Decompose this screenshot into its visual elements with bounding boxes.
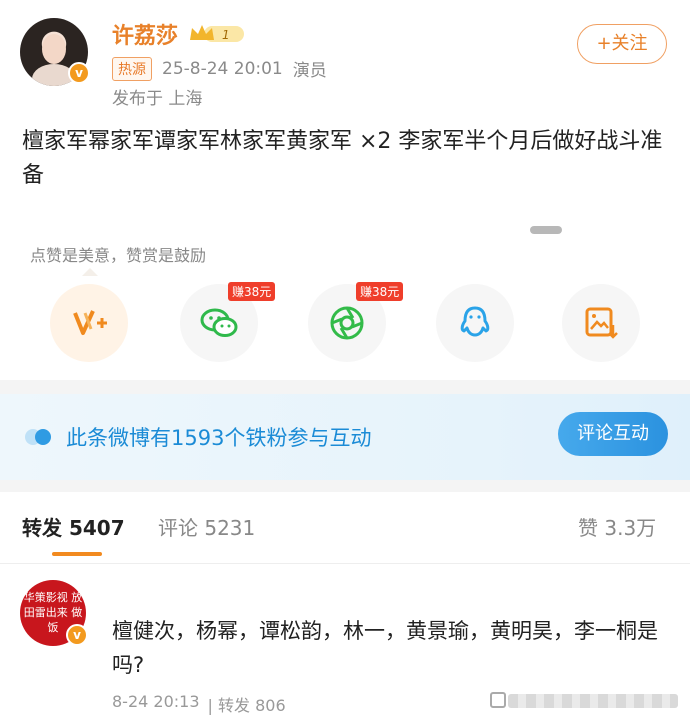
qq-icon [460, 306, 490, 337]
post-meta: 热源 25-8-24 20:01 演员 [112, 56, 327, 81]
author-role: 演员 [292, 61, 327, 81]
blurred-actions [508, 694, 678, 708]
reward-label: 点赞是美意，赞赏是鼓励 [30, 246, 207, 265]
fan-interaction-banner[interactable]: 此条微博有1593个铁粉参与互动 评论互动 [0, 394, 690, 480]
vip-crown-icon: 1 [190, 25, 244, 42]
tab-like[interactable]: 赞 3.3万 [578, 512, 656, 541]
hot-badge: 热源 [112, 56, 152, 81]
share-row: 赚38元 赚38元 [50, 282, 650, 364]
section-divider [0, 480, 690, 492]
comment-meta: 8-24 20:13 | 转发 806 [112, 692, 286, 716]
comment-text: 檀健次，杨幂，谭松韵，林一，黄景瑜，黄明昊，李一桐是吗? [112, 619, 658, 677]
post-header: v 许荔莎 1 热源 25-8-24 20:01 演员 发布于 上海 +关注 [0, 0, 690, 115]
comment-time: 8-24 20:13 [112, 692, 200, 711]
comment-interact-button[interactable]: 评论互动 [558, 412, 668, 456]
wechat-earn-tag: 赚38元 [228, 282, 276, 301]
verified-icon: v [68, 62, 90, 84]
author-name[interactable]: 许荔莎 [112, 18, 178, 50]
active-tab-indicator [52, 552, 102, 556]
qq-share-button[interactable] [436, 284, 514, 362]
avatar-face [42, 34, 66, 64]
interaction-tabs: 转发 5407 评论 5231 赞 3.3万 [0, 492, 690, 564]
weibo-v-plus-button[interactable] [50, 284, 128, 362]
section-divider [0, 380, 690, 394]
follow-button[interactable]: +关注 [577, 24, 667, 64]
wechat-share-button[interactable]: 赚38元 [180, 282, 276, 362]
post-timestamp: 25-8-24 20:01 [162, 58, 283, 79]
comment-repost-count[interactable]: | 转发 806 [208, 692, 286, 716]
wechat-icon [200, 308, 238, 337]
moments-icon [330, 306, 364, 340]
weibo-v-plus-icon [73, 310, 107, 335]
image-smudge [530, 226, 562, 234]
comment-actions [490, 690, 680, 714]
tab-comment[interactable]: 评论 5231 [158, 512, 255, 541]
fan-interaction-text: 此条微博有1593个铁粉参与互动 [66, 426, 372, 450]
tab-repost[interactable]: 转发 5407 [22, 512, 125, 541]
post-text: 檀家军幂家军谭家军林家军黄家军 ×2 李家军半个月后做好战斗准备 [22, 129, 663, 188]
vip-level: 1 [222, 28, 230, 42]
save-image-icon [585, 307, 618, 339]
reward-pointer [82, 268, 98, 276]
reply-icon[interactable] [490, 692, 506, 708]
post-location: 发布于 上海 [112, 89, 203, 109]
commenter-verified-icon: v [66, 624, 88, 646]
save-image-button[interactable] [562, 284, 640, 362]
fan-badge-icon [25, 429, 51, 445]
moments-earn-tag: 赚38元 [356, 282, 404, 301]
moments-share-button[interactable]: 赚38元 [308, 282, 404, 362]
